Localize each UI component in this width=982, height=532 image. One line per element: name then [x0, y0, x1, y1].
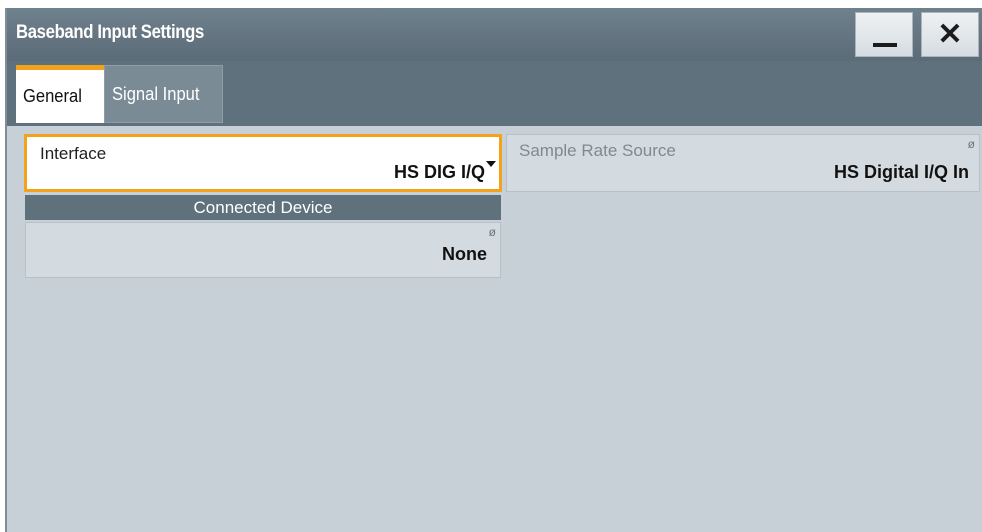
tab-signal-input-label: Signal Input [112, 83, 200, 104]
connected-device-value: None [442, 244, 487, 264]
read-only-icon: ø [488, 225, 496, 239]
tab-general-label: General [23, 86, 82, 106]
dialog-title: Baseband Input Settings [16, 22, 204, 43]
interface-dropdown[interactable]: Interface HS DIG I/Q [24, 134, 502, 192]
tab-general[interactable]: General [16, 65, 104, 123]
interface-label: Interface [40, 144, 107, 163]
read-only-icon: ø [967, 137, 975, 151]
close-icon: ✕ [937, 18, 963, 51]
sample-rate-source-field: Sample Rate Source ø HS Digital I/Q In [506, 134, 980, 192]
sample-rate-source-value: HS Digital I/Q In [833, 162, 969, 182]
minimize-button[interactable] [855, 12, 913, 57]
sample-rate-source-label: Sample Rate Source [519, 141, 676, 160]
tab-signal-input[interactable]: Signal Input [104, 65, 223, 123]
dialog-frame: Baseband Input Settings ✕ General Signal… [5, 8, 982, 532]
interface-value: HS DIG I/Q [393, 162, 485, 182]
dropdown-arrow-icon [486, 161, 496, 167]
minimize-icon [873, 43, 897, 47]
tab-bar: General Signal Input [7, 61, 982, 126]
connected-device-header: Connected Device [25, 195, 501, 220]
connected-device-field: ø None [25, 222, 501, 278]
close-button[interactable]: ✕ [921, 12, 979, 57]
window: Baseband Input Settings ✕ General Signal… [0, 0, 982, 532]
title-bar[interactable]: Baseband Input Settings ✕ [7, 8, 982, 61]
